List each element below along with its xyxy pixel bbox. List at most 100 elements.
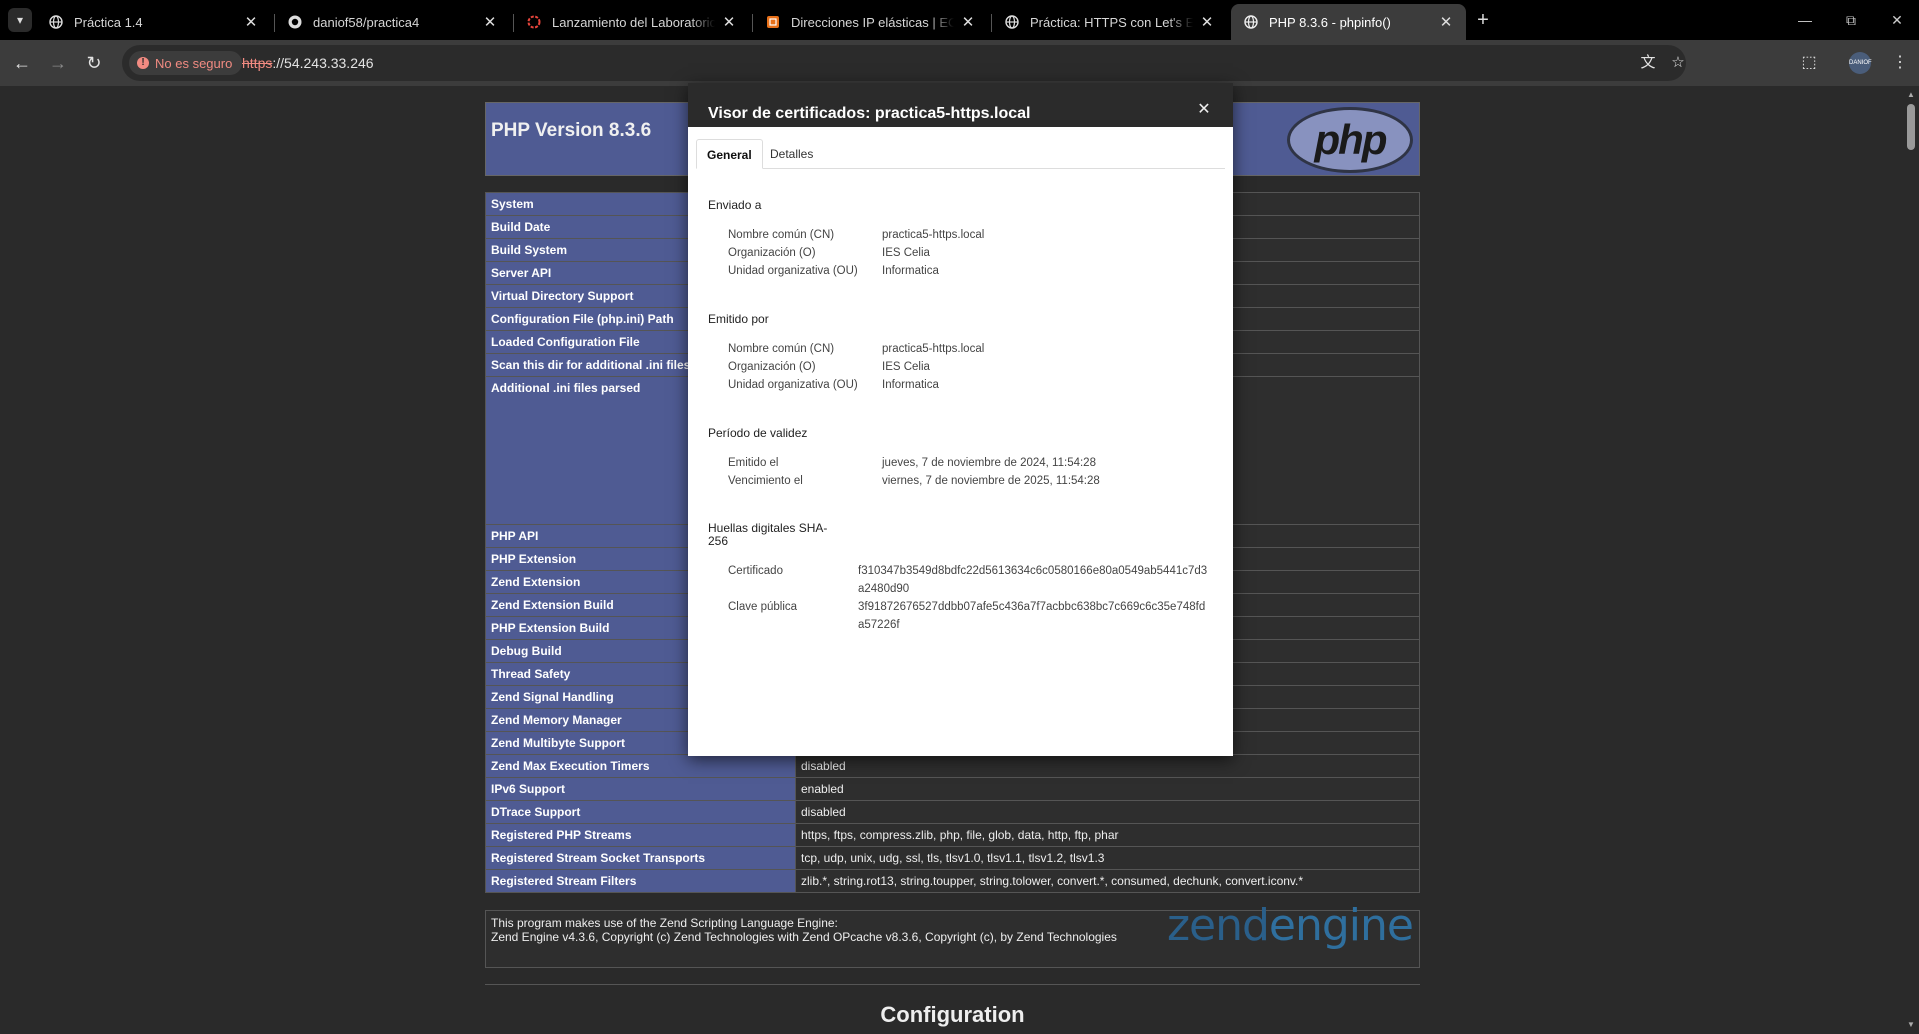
field-value: Informatica: [882, 265, 939, 277]
phpinfo-row: DTrace Support disabled: [485, 800, 1420, 824]
tab-title: Práctica 1.4: [74, 14, 143, 30]
address-bar[interactable]: ! No es seguro https://54.243.33.246 文 ☆: [122, 45, 1686, 81]
dialog-header: Visor de certificados: practica5-https.l…: [688, 83, 1233, 127]
url-scheme: https: [242, 55, 273, 71]
php-logo-text: php: [1314, 116, 1388, 163]
zend-engine-box: This program makes use of the Zend Scrip…: [485, 904, 1420, 968]
pubkey-fingerprint-row: Clave pública 3f91872676527ddbb07afe5c43…: [688, 598, 1233, 634]
close-tab-icon[interactable]: ✕: [721, 13, 737, 31]
avatar-text: DANIOF: [1849, 60, 1872, 66]
fingerprints-heading: Huellas digitales SHA-256: [708, 521, 828, 548]
phpinfo-value: disabled: [795, 754, 1420, 778]
phpinfo-row: IPv6 Support enabled: [485, 777, 1420, 801]
back-button[interactable]: ←: [10, 51, 34, 75]
field-label: Nombre común (CN): [728, 343, 835, 355]
globe-icon: [48, 14, 64, 30]
translate-icon[interactable]: 文: [1638, 53, 1658, 73]
scroll-thumb[interactable]: [1907, 104, 1915, 150]
tab-search-button[interactable]: ▾: [8, 8, 32, 32]
field-label: Unidad organizativa (OU): [728, 265, 858, 277]
close-tab-icon[interactable]: ✕: [1438, 13, 1454, 31]
field-label: Certificado: [728, 565, 783, 577]
close-tab-icon[interactable]: ✕: [243, 13, 259, 31]
close-tab-icon[interactable]: ✕: [1199, 13, 1215, 31]
tab-details[interactable]: Detalles: [760, 139, 823, 169]
issued-to-heading: Enviado a: [708, 198, 762, 212]
tab-aws-ec2[interactable]: Direcciones IP elásticas | EC2 | us ✕: [753, 4, 988, 40]
phpinfo-row: Registered Stream Filters zlib.*, string.…: [485, 869, 1420, 893]
tab-strip: ▾ Práctica 1.4 ✕ daniof58/practica4 ✕ La…: [0, 0, 1919, 40]
field-label: Unidad organizativa (OU): [728, 379, 858, 391]
close-tab-icon[interactable]: ✕: [960, 13, 976, 31]
scroll-down-icon[interactable]: ▼: [1907, 1020, 1915, 1029]
globe-icon: [1004, 14, 1020, 30]
field-value: jueves, 7 de noviembre de 2024, 11:54:28: [882, 457, 1096, 469]
field-label: Emitido el: [728, 457, 779, 469]
close-window-button[interactable]: ✕: [1877, 8, 1917, 32]
tab-https-lets-encrypt[interactable]: Práctica: HTTPS con Let's Encrypt ✕: [992, 4, 1227, 40]
globe-icon: [1243, 14, 1259, 30]
phpinfo-key: Zend Max Execution Timers: [485, 754, 796, 778]
bookmark-star-icon[interactable]: ☆: [1668, 53, 1688, 73]
phpinfo-key: Registered Stream Filters: [485, 869, 796, 893]
browser-window: ▾ Práctica 1.4 ✕ daniof58/practica4 ✕ La…: [0, 0, 1919, 1034]
phpinfo-row: Registered PHP Streams https, ftps, compr…: [485, 823, 1420, 847]
field-value: f310347b3549d8bdfc22d5613634c6c0580166e8…: [858, 565, 1208, 595]
tab-practica-1-4[interactable]: Práctica 1.4 ✕: [36, 4, 271, 40]
tab-github-practica4[interactable]: daniof58/practica4 ✕: [275, 4, 510, 40]
field-value: practica5-https.local: [882, 343, 985, 355]
field-value: IES Celia: [882, 247, 930, 259]
scroll-up-icon[interactable]: ▲: [1907, 90, 1915, 99]
field-label: Clave pública: [728, 601, 798, 613]
kebab-menu-icon[interactable]: ⋮: [1888, 51, 1912, 75]
tab-title: daniof58/practica4: [313, 14, 420, 30]
reload-button[interactable]: ↻: [82, 51, 106, 75]
reload-icon: ↻: [86, 53, 102, 73]
dialog-tabs: General Detalles: [696, 139, 1225, 169]
zend-engine-logo: zendengine: [1167, 904, 1414, 948]
aws-icon: [765, 14, 781, 30]
url-host: ://54.243.33.246: [272, 55, 374, 71]
phpinfo-value: enabled: [795, 777, 1420, 801]
tab-title: PHP 8.3.6 - phpinfo(): [1269, 14, 1391, 30]
phpinfo-key: Registered Stream Socket Transports: [485, 846, 796, 870]
zend-logo-part: engine: [1268, 900, 1414, 951]
security-chip[interactable]: ! No es seguro: [129, 51, 243, 75]
phpinfo-key: IPv6 Support: [485, 777, 796, 801]
lab-icon: [526, 14, 542, 30]
tab-title: Práctica: HTTPS con Let's Encrypt: [1030, 14, 1193, 30]
close-icon: ✕: [1197, 101, 1211, 118]
field-value: viernes, 7 de noviembre de 2025, 11:54:2…: [882, 475, 1100, 487]
arrow-right-icon: →: [49, 53, 67, 73]
phpinfo-value: https, ftps, compress.zlib, php, file, g…: [795, 823, 1420, 847]
avatar[interactable]: DANIOF: [1849, 52, 1872, 74]
divider: [485, 984, 1420, 985]
dialog-close-button[interactable]: ✕: [1195, 101, 1213, 119]
zend-logo-part: zend: [1166, 900, 1270, 951]
phpinfo-value: zlib.*, string.rot13, string.toupper, st…: [795, 869, 1420, 893]
tab-laboratorio[interactable]: Lanzamiento del Laboratorio para ✕: [514, 4, 749, 40]
extensions-icon[interactable]: ⬚: [1797, 51, 1821, 75]
field-value: practica5-https.local: [882, 229, 985, 241]
phpinfo-key: DTrace Support: [485, 800, 796, 824]
forward-button[interactable]: →: [46, 51, 70, 75]
restore-icon: ⧉: [1846, 12, 1856, 28]
phpinfo-row: Zend Max Execution Timers disabled: [485, 754, 1420, 778]
url-text[interactable]: https://54.243.33.246: [242, 45, 374, 81]
dialog-title: Visor de certificados: practica5-https.l…: [708, 105, 1031, 122]
restore-button[interactable]: ⧉: [1831, 8, 1871, 32]
tab-phpinfo[interactable]: PHP 8.3.6 - phpinfo() ✕: [1231, 4, 1466, 40]
validity-heading: Período de validez: [708, 426, 808, 440]
page-scrollbar[interactable]: ▲ ▼: [1903, 86, 1919, 1034]
close-tab-icon[interactable]: ✕: [482, 13, 498, 31]
php-logo: php: [1287, 107, 1413, 173]
minimize-button[interactable]: —: [1785, 8, 1825, 32]
new-tab-button[interactable]: +: [1472, 9, 1494, 31]
github-icon: [287, 14, 303, 30]
tab-title: Direcciones IP elásticas | EC2 | us: [791, 14, 954, 30]
browser-toolbar: ← → ↻ ! No es seguro https://54.243.33.2…: [0, 40, 1919, 86]
tab-general[interactable]: General: [696, 139, 763, 169]
configuration-heading: Configuration: [880, 1002, 1025, 1027]
field-label: Organización (O): [728, 247, 816, 259]
field-label: Nombre común (CN): [728, 229, 835, 241]
